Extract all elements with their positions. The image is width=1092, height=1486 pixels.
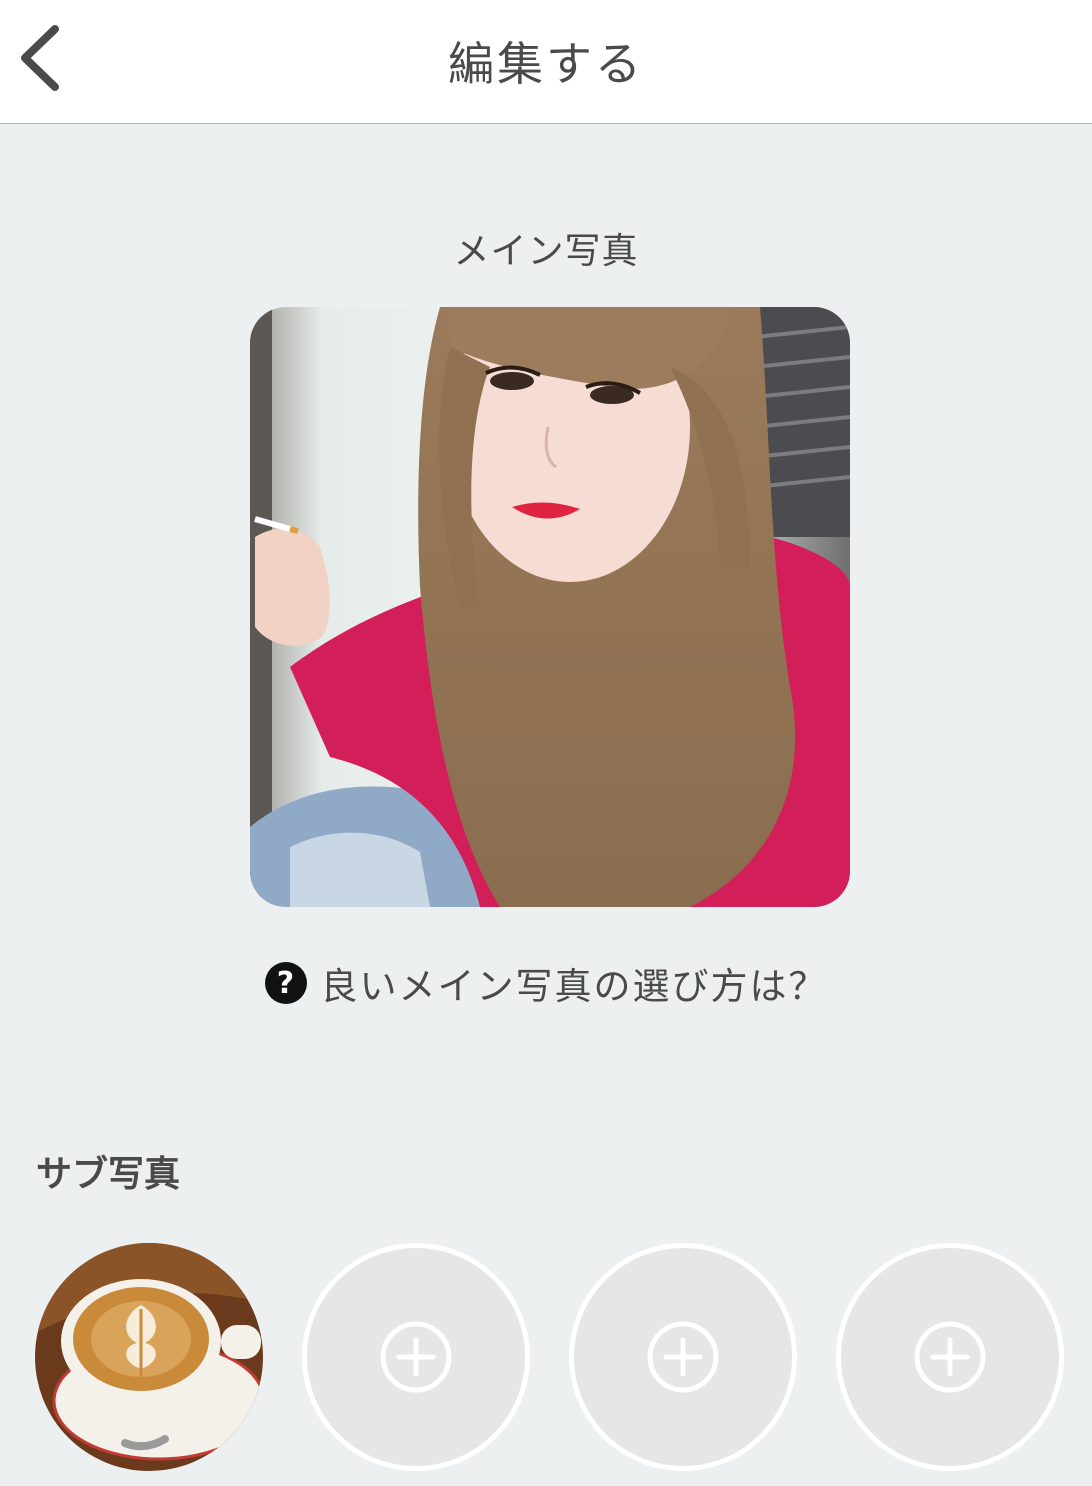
main-photo-image bbox=[250, 307, 850, 907]
sub-photo-add-4[interactable] bbox=[836, 1243, 1064, 1471]
page-title: 編集する bbox=[448, 37, 644, 91]
sub-photo-1[interactable] bbox=[35, 1243, 263, 1471]
sub-photo-add-2[interactable] bbox=[302, 1243, 530, 1471]
question-circle-icon: ? bbox=[264, 962, 307, 1004]
sub-photos-row bbox=[0, 1243, 1092, 1471]
main-photo-title: メイン写真 bbox=[453, 231, 639, 272]
plus-circle-icon bbox=[380, 1321, 452, 1393]
header-bar: 編集する bbox=[0, 0, 1092, 124]
sub-photos-title: サブ写真 bbox=[36, 1154, 181, 1195]
photo-tips-text: 良いメイン写真の選び方は？ bbox=[320, 965, 828, 1008]
coffee-photo-image bbox=[35, 1243, 263, 1471]
sub-photo-add-3[interactable] bbox=[569, 1243, 797, 1471]
plus-circle-icon bbox=[914, 1321, 986, 1393]
photo-tips-link[interactable]: ? 良いメイン写真の選び方は？ bbox=[0, 958, 1092, 1008]
plus-circle-icon bbox=[647, 1321, 719, 1393]
main-photo[interactable] bbox=[250, 307, 850, 907]
